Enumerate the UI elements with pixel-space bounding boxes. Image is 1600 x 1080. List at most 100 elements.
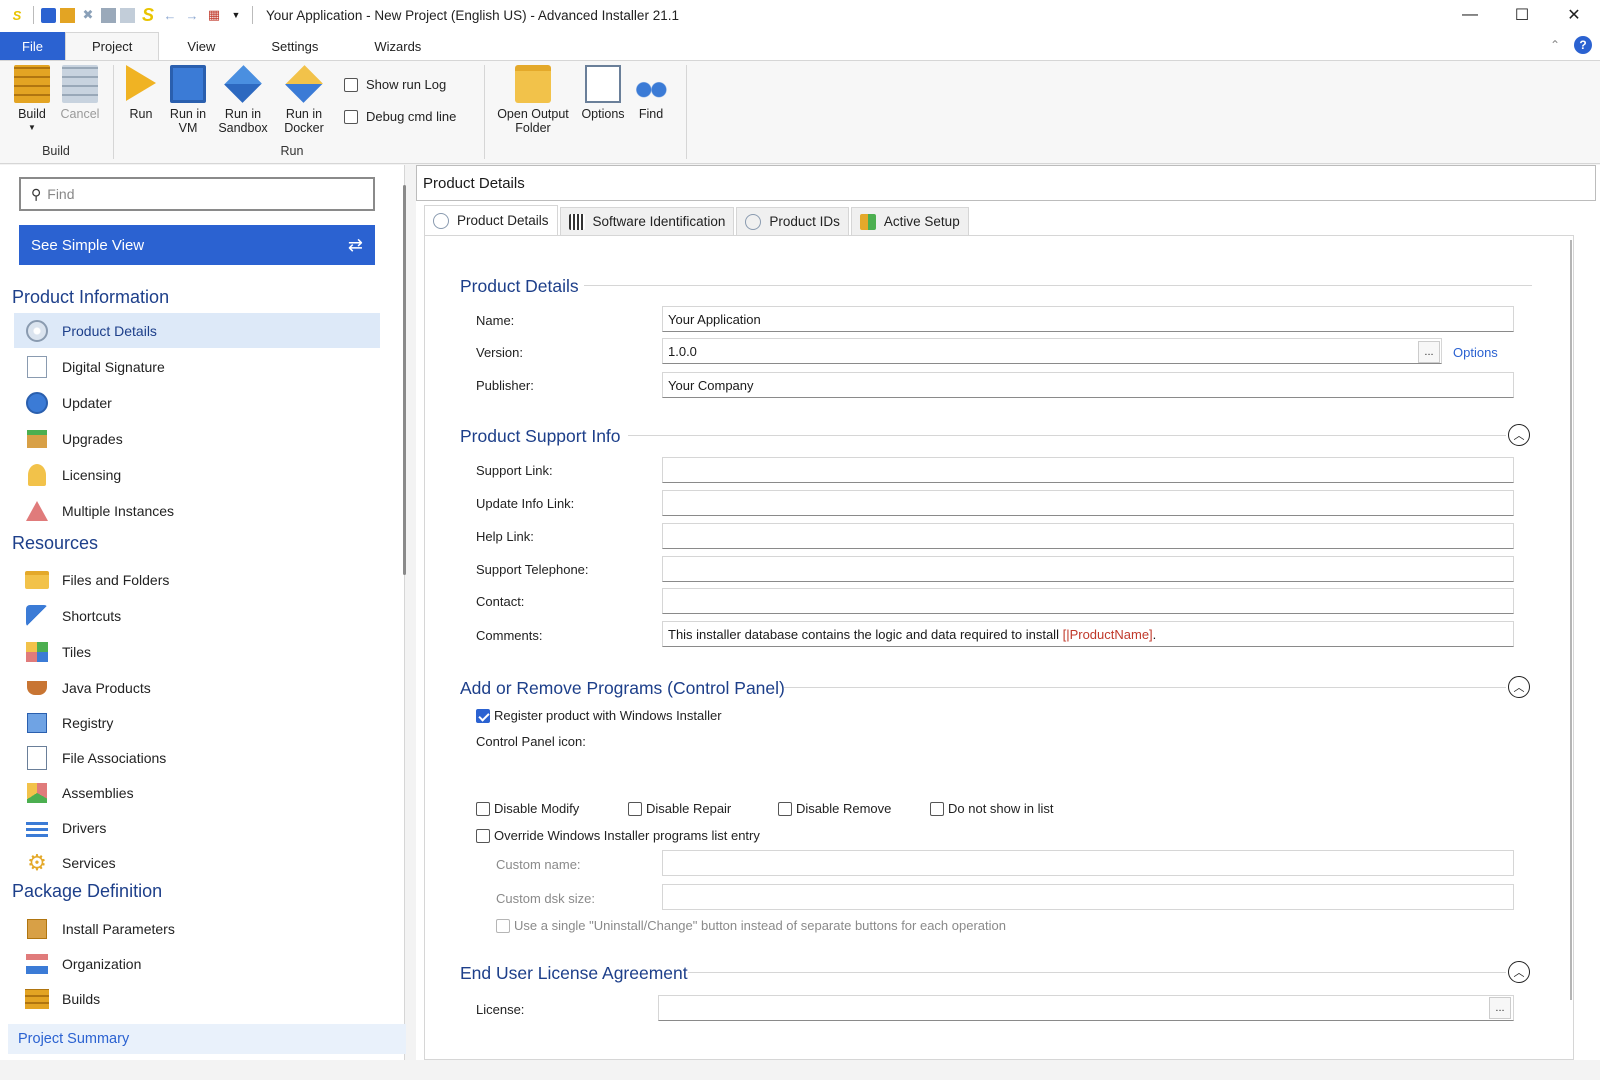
close-icon[interactable]: ✕ bbox=[1548, 0, 1600, 30]
sidebar-item-label: Drivers bbox=[62, 819, 107, 836]
cancel-button[interactable]: Cancel bbox=[58, 65, 102, 121]
tab-file[interactable]: File bbox=[0, 32, 65, 60]
run-in-docker-button[interactable]: Run in Docker bbox=[276, 65, 332, 135]
tab-product-details[interactable]: Product Details bbox=[424, 205, 558, 235]
save-icon[interactable] bbox=[41, 7, 56, 23]
debug-cmd-line-checkbox[interactable]: Debug cmd line bbox=[344, 109, 456, 124]
sidebar-item-drivers[interactable]: Drivers bbox=[14, 810, 380, 845]
open-output-folder-button[interactable]: Open Output Folder bbox=[490, 65, 576, 135]
sidebar-item-builds[interactable]: Builds bbox=[14, 981, 380, 1016]
options-link[interactable]: Options bbox=[1453, 345, 1498, 360]
sidebar-item-tiles[interactable]: Tiles bbox=[14, 634, 380, 669]
contact-input[interactable] bbox=[662, 588, 1514, 614]
customize-dropdown-icon[interactable]: ▼ bbox=[227, 6, 245, 24]
sidebar-item-assemblies[interactable]: Assemblies bbox=[14, 775, 380, 810]
sidebar-item-registry[interactable]: Registry bbox=[14, 705, 380, 740]
sidebar-item-upgrades[interactable]: Upgrades bbox=[14, 421, 380, 456]
sidebar-item-multiple-instances[interactable]: Multiple Instances bbox=[14, 493, 380, 528]
project-summary-link[interactable]: Project Summary bbox=[8, 1024, 406, 1054]
cancel-bricks-icon bbox=[62, 65, 98, 103]
section-title-product-details: Product Details bbox=[460, 276, 579, 296]
content-scrollbar[interactable] bbox=[1570, 240, 1572, 1000]
play-icon bbox=[126, 65, 156, 101]
barcode-icon bbox=[568, 213, 585, 230]
disable-modify-checkbox[interactable]: Disable Modify bbox=[476, 801, 579, 816]
maximize-icon[interactable]: ☐ bbox=[1496, 0, 1548, 30]
build-s-icon[interactable]: S bbox=[139, 5, 157, 25]
help-link-input[interactable] bbox=[662, 523, 1514, 549]
find-button[interactable]: Find bbox=[633, 65, 669, 121]
checkbox-box[interactable] bbox=[344, 109, 358, 124]
run-in-sandbox-button[interactable]: Run in Sandbox bbox=[212, 65, 274, 135]
sidebar-item-updater[interactable]: Updater bbox=[14, 385, 380, 420]
run-label: Run bbox=[129, 107, 153, 121]
sidebar-item-shortcuts[interactable]: Shortcuts bbox=[14, 598, 380, 633]
license-input[interactable] bbox=[658, 995, 1514, 1021]
tab-view[interactable]: View bbox=[159, 32, 243, 60]
calendar-icon[interactable]: ▦ bbox=[205, 6, 223, 24]
collapse-ribbon-icon[interactable]: ⌃ bbox=[1550, 38, 1560, 52]
support-link-input[interactable] bbox=[662, 457, 1514, 483]
sidebar-item-label: Java Products bbox=[62, 679, 151, 696]
update-info-input[interactable] bbox=[662, 490, 1514, 516]
sidebar-item-install-parameters[interactable]: Install Parameters bbox=[14, 911, 380, 946]
version-browse-button[interactable]: ... bbox=[1418, 341, 1440, 363]
back-arrow-icon[interactable]: ← bbox=[161, 6, 179, 24]
tab-product-ids[interactable]: Product IDs bbox=[736, 207, 849, 235]
sidebar-item-organization[interactable]: Organization bbox=[14, 946, 380, 981]
checkbox-box[interactable] bbox=[344, 77, 358, 92]
sidebar-item-product-details[interactable]: Product Details bbox=[14, 313, 380, 348]
sidebar-item-label: Product Details bbox=[62, 322, 157, 339]
search-input[interactable]: ⚲ Find bbox=[19, 177, 375, 211]
checkbox-box[interactable] bbox=[476, 801, 490, 816]
disable-repair-checkbox[interactable]: Disable Repair bbox=[628, 801, 731, 816]
run-button[interactable]: Run bbox=[124, 65, 158, 121]
sidebar-scrollbar[interactable] bbox=[403, 185, 406, 575]
disk-icon[interactable] bbox=[101, 7, 116, 23]
do-not-show-checkbox[interactable]: Do not show in list bbox=[930, 801, 1054, 816]
publisher-input[interactable]: Your Company bbox=[662, 372, 1514, 398]
collapse-eula-button[interactable]: ︿ bbox=[1508, 961, 1530, 983]
sandbox-box-icon bbox=[224, 65, 262, 103]
save-as-icon[interactable] bbox=[120, 7, 135, 23]
sidebar-item-file-associations[interactable]: File Associations bbox=[14, 740, 380, 775]
tab-project[interactable]: Project bbox=[64, 32, 160, 60]
version-input[interactable]: 1.0.0 bbox=[662, 338, 1442, 364]
close-project-icon[interactable]: ✖ bbox=[79, 6, 97, 24]
sidebar-item-services[interactable]: ⚙ Services bbox=[14, 845, 380, 880]
checkbox-box[interactable] bbox=[476, 828, 490, 843]
collapse-support-button[interactable]: ︿ bbox=[1508, 424, 1530, 446]
comments-input[interactable]: This installer database contains the log… bbox=[662, 621, 1514, 647]
search-icon: ⚲ bbox=[31, 185, 42, 202]
tab-settings[interactable]: Settings bbox=[243, 32, 346, 60]
sidebar-item-licensing[interactable]: Licensing bbox=[14, 457, 380, 492]
support-telephone-input[interactable] bbox=[662, 556, 1514, 582]
forward-arrow-icon[interactable]: → bbox=[183, 6, 201, 24]
tab-active-setup[interactable]: Active Setup bbox=[850, 207, 969, 235]
sidebar-item-files-and-folders[interactable]: Files and Folders bbox=[14, 562, 380, 597]
sidebar-item-java-products[interactable]: Java Products bbox=[14, 670, 380, 705]
save-all-icon[interactable] bbox=[60, 7, 75, 23]
checkbox-box[interactable] bbox=[930, 801, 944, 816]
disable-remove-checkbox[interactable]: Disable Remove bbox=[778, 801, 891, 816]
run-in-vm-button[interactable]: Run in VM bbox=[166, 65, 210, 135]
name-input[interactable]: Your Application bbox=[662, 306, 1514, 332]
see-simple-view-button[interactable]: See Simple View ⇄ bbox=[19, 225, 375, 265]
build-button[interactable]: Build ▼ bbox=[12, 65, 52, 135]
show-run-log-checkbox[interactable]: Show run Log bbox=[344, 77, 446, 92]
checkbox-box[interactable] bbox=[476, 708, 490, 723]
sidebar-item-digital-signature[interactable]: Digital Signature bbox=[14, 349, 380, 384]
options-button[interactable]: Options bbox=[578, 65, 628, 121]
help-icon[interactable]: ? bbox=[1574, 36, 1592, 54]
tab-software-identification[interactable]: Software Identification bbox=[559, 207, 735, 235]
collapse-arp-button[interactable]: ︿ bbox=[1508, 676, 1530, 698]
checkbox-box[interactable] bbox=[778, 801, 792, 816]
divider bbox=[628, 435, 1506, 436]
tab-wizards[interactable]: Wizards bbox=[346, 32, 449, 60]
checkbox-box[interactable] bbox=[628, 801, 642, 816]
override-entry-checkbox[interactable]: Override Windows Installer programs list… bbox=[476, 828, 760, 843]
sidebar-item-label: Organization bbox=[62, 955, 142, 972]
register-product-checkbox[interactable]: Register product with Windows Installer bbox=[476, 708, 722, 723]
minimize-icon[interactable]: — bbox=[1444, 0, 1496, 30]
license-browse-button[interactable]: ... bbox=[1489, 997, 1511, 1019]
